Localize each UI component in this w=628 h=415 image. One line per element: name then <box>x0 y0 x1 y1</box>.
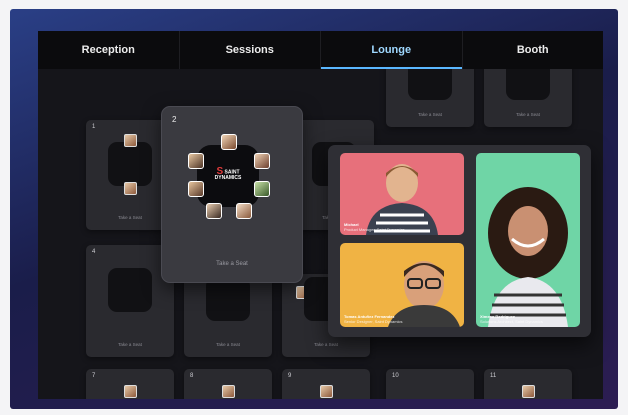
lounge-table[interactable]: Take a Seat <box>184 274 272 357</box>
participant-caption: Michael Product Manager, Saint Dynamics <box>344 222 405 232</box>
participant-silhouette-icon <box>488 187 568 327</box>
attendee-avatar[interactable] <box>188 181 204 197</box>
table-shape <box>506 69 550 100</box>
take-seat-button[interactable]: Take a Seat <box>484 112 572 117</box>
focused-table[interactable]: 2 S SAINT DYNAMICS Take a Seat <box>161 106 303 283</box>
tab-reception[interactable]: Reception <box>38 31 180 69</box>
attendee-avatar[interactable] <box>188 153 204 169</box>
attendee-avatar <box>522 385 535 398</box>
table-number: 1 <box>92 124 96 130</box>
take-seat-button[interactable]: Take a Seat <box>282 342 370 347</box>
lounge-table[interactable]: Take a Seat <box>484 69 572 127</box>
attendee-avatar[interactable] <box>206 203 222 219</box>
table-number: 10 <box>392 373 399 379</box>
app-frame: Reception Sessions Lounge Booth Take a S… <box>10 9 618 409</box>
attendee-avatar <box>124 134 137 147</box>
table-number: 4 <box>92 249 96 255</box>
table-number: 7 <box>92 373 96 379</box>
participant-caption: Tomas Antuñez Fernandez Senior Designer,… <box>344 314 403 324</box>
attendee-avatar <box>320 385 333 398</box>
video-tile[interactable]: Tomas Antuñez Fernandez Senior Designer,… <box>340 243 464 327</box>
attendee-avatar[interactable] <box>236 203 252 219</box>
table-shape <box>206 276 250 321</box>
take-seat-button[interactable]: Take a Seat <box>86 342 174 347</box>
participant-caption: Ximena Rodriguez Solutions Architect, Sa… <box>480 314 543 324</box>
take-seat-button[interactable]: Take a Seat <box>386 112 474 117</box>
lounge-table[interactable]: 7 <box>86 369 174 399</box>
lounge-table[interactable]: Take a Seat <box>386 69 474 127</box>
take-seat-button[interactable]: Take a Seat <box>184 342 272 347</box>
table-number: 2 <box>172 115 177 124</box>
video-call-panel: Michael Product Manager, Saint Dynamics … <box>328 145 591 337</box>
attendee-avatar <box>124 385 137 398</box>
table-shape <box>108 142 152 186</box>
attendee-avatar <box>222 385 235 398</box>
table-number: 8 <box>190 373 194 379</box>
take-seat-button[interactable]: Take a Seat <box>162 261 302 267</box>
table-shape <box>408 69 452 100</box>
tab-sessions[interactable]: Sessions <box>180 31 321 69</box>
attendee-avatar[interactable] <box>254 181 270 197</box>
lounge-table[interactable]: 11 <box>484 369 572 399</box>
lounge-table[interactable]: 9 <box>282 369 370 399</box>
table-number: 11 <box>490 373 497 379</box>
lounge-table[interactable]: 10 <box>386 369 474 399</box>
nav-tabs: Reception Sessions Lounge Booth <box>38 31 603 69</box>
table-shape: S SAINT DYNAMICS <box>197 145 259 207</box>
table-shape <box>108 267 152 312</box>
attendee-avatar[interactable] <box>221 134 237 150</box>
tab-lounge[interactable]: Lounge <box>321 31 463 69</box>
table-number: 9 <box>288 373 292 379</box>
tab-booth[interactable]: Booth <box>463 31 604 69</box>
sponsor-logo: S SAINT DYNAMICS <box>214 166 242 182</box>
attendee-avatar <box>124 182 137 195</box>
video-tile[interactable]: Ximena Rodriguez Solutions Architect, Sa… <box>476 153 580 327</box>
attendee-avatar[interactable] <box>254 153 270 169</box>
lounge-table[interactable]: 8 <box>184 369 272 399</box>
video-tile[interactable]: Michael Product Manager, Saint Dynamics <box>340 153 464 235</box>
